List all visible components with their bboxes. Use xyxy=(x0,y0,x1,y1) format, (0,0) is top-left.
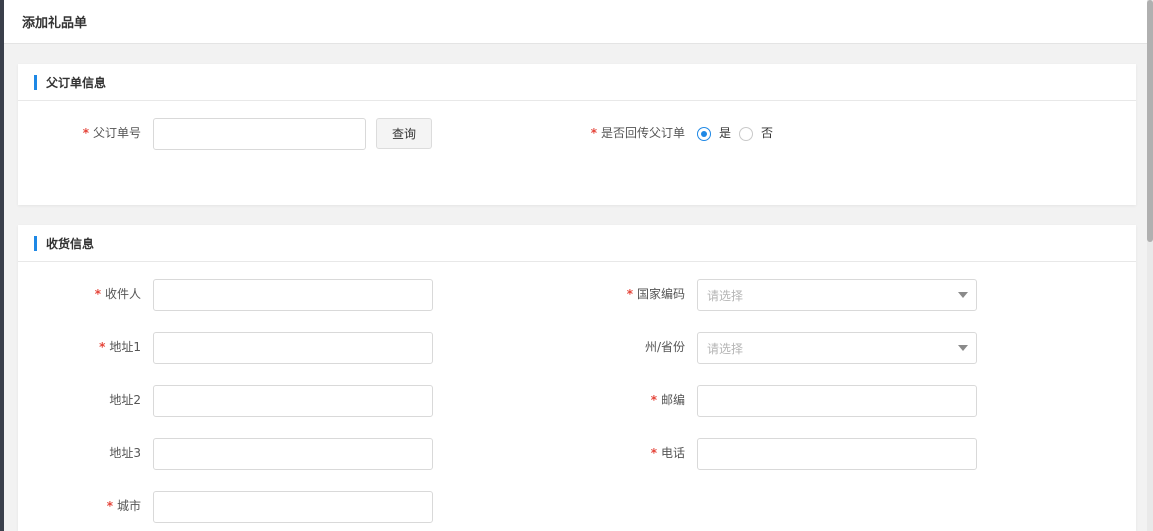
recipient-input[interactable] xyxy=(153,279,433,311)
address2-input[interactable] xyxy=(153,385,433,417)
radio-yes-label: 是 xyxy=(719,126,732,140)
address2-label: 地址2 xyxy=(109,393,141,407)
country-code-select[interactable]: 请选择 xyxy=(697,279,977,311)
shipping-card-header: 收货信息 xyxy=(18,225,1136,262)
phone-label: * 电话 xyxy=(650,446,685,460)
parent-order-section-title: 父订单信息 xyxy=(46,75,107,90)
required-mark: * xyxy=(106,499,113,513)
required-mark: * xyxy=(650,446,657,460)
required-mark: * xyxy=(626,287,633,301)
postcode-input[interactable] xyxy=(697,385,977,417)
chevron-down-icon xyxy=(958,345,968,351)
required-mark: * xyxy=(650,393,657,407)
radio-yes[interactable] xyxy=(697,127,711,141)
address1-input[interactable] xyxy=(153,332,433,364)
parent-order-card-header: 父订单信息 xyxy=(18,64,1136,101)
required-mark: * xyxy=(82,126,89,140)
city-input[interactable] xyxy=(153,491,433,523)
parent-order-no-input[interactable] xyxy=(153,118,366,150)
state-province-placeholder: 请选择 xyxy=(707,341,744,356)
radio-no[interactable] xyxy=(739,127,753,141)
required-mark: * xyxy=(94,287,101,301)
phone-input[interactable] xyxy=(697,438,977,470)
add-gift-order-dialog: 添加礼品单 父订单信息 * 父订单号 查询 * 是否回传父订单 是 否 收货信息 *… xyxy=(4,0,1147,531)
parent-order-no-label: * 父订单号 xyxy=(82,126,141,140)
section-accent-bar xyxy=(34,74,37,90)
required-mark: * xyxy=(590,126,597,140)
address3-input[interactable] xyxy=(153,438,433,470)
dialog-title: 添加礼品单 xyxy=(22,16,88,31)
country-code-placeholder: 请选择 xyxy=(707,288,744,303)
scrollbar-thumb[interactable] xyxy=(1147,0,1153,242)
vertical-scrollbar[interactable] xyxy=(1147,0,1153,531)
state-province-label: 州/省份 xyxy=(644,340,685,354)
recipient-label: * 收件人 xyxy=(94,287,141,301)
query-button[interactable]: 查询 xyxy=(376,118,432,149)
dialog-header: 添加礼品单 xyxy=(4,0,1147,44)
shipping-card: 收货信息 * 收件人 * 地址1 地址2 地址3 * 城市 * 国家编码 请选择 州/省… xyxy=(18,225,1136,531)
chevron-down-icon xyxy=(958,292,968,298)
parent-order-card: 父订单信息 * 父订单号 查询 * 是否回传父订单 是 否 xyxy=(18,64,1136,205)
postcode-label: * 邮编 xyxy=(650,393,685,407)
radio-no-label: 否 xyxy=(761,126,774,140)
address1-label: * 地址1 xyxy=(99,340,141,354)
return-parent-label: * 是否回传父订单 xyxy=(590,126,685,140)
country-code-label: * 国家编码 xyxy=(626,287,685,301)
shipping-section-title: 收货信息 xyxy=(46,236,95,251)
city-label: * 城市 xyxy=(106,499,141,513)
address3-label: 地址3 xyxy=(109,446,141,460)
section-accent-bar xyxy=(34,235,37,251)
state-province-select[interactable]: 请选择 xyxy=(697,332,977,364)
required-mark: * xyxy=(99,340,106,354)
